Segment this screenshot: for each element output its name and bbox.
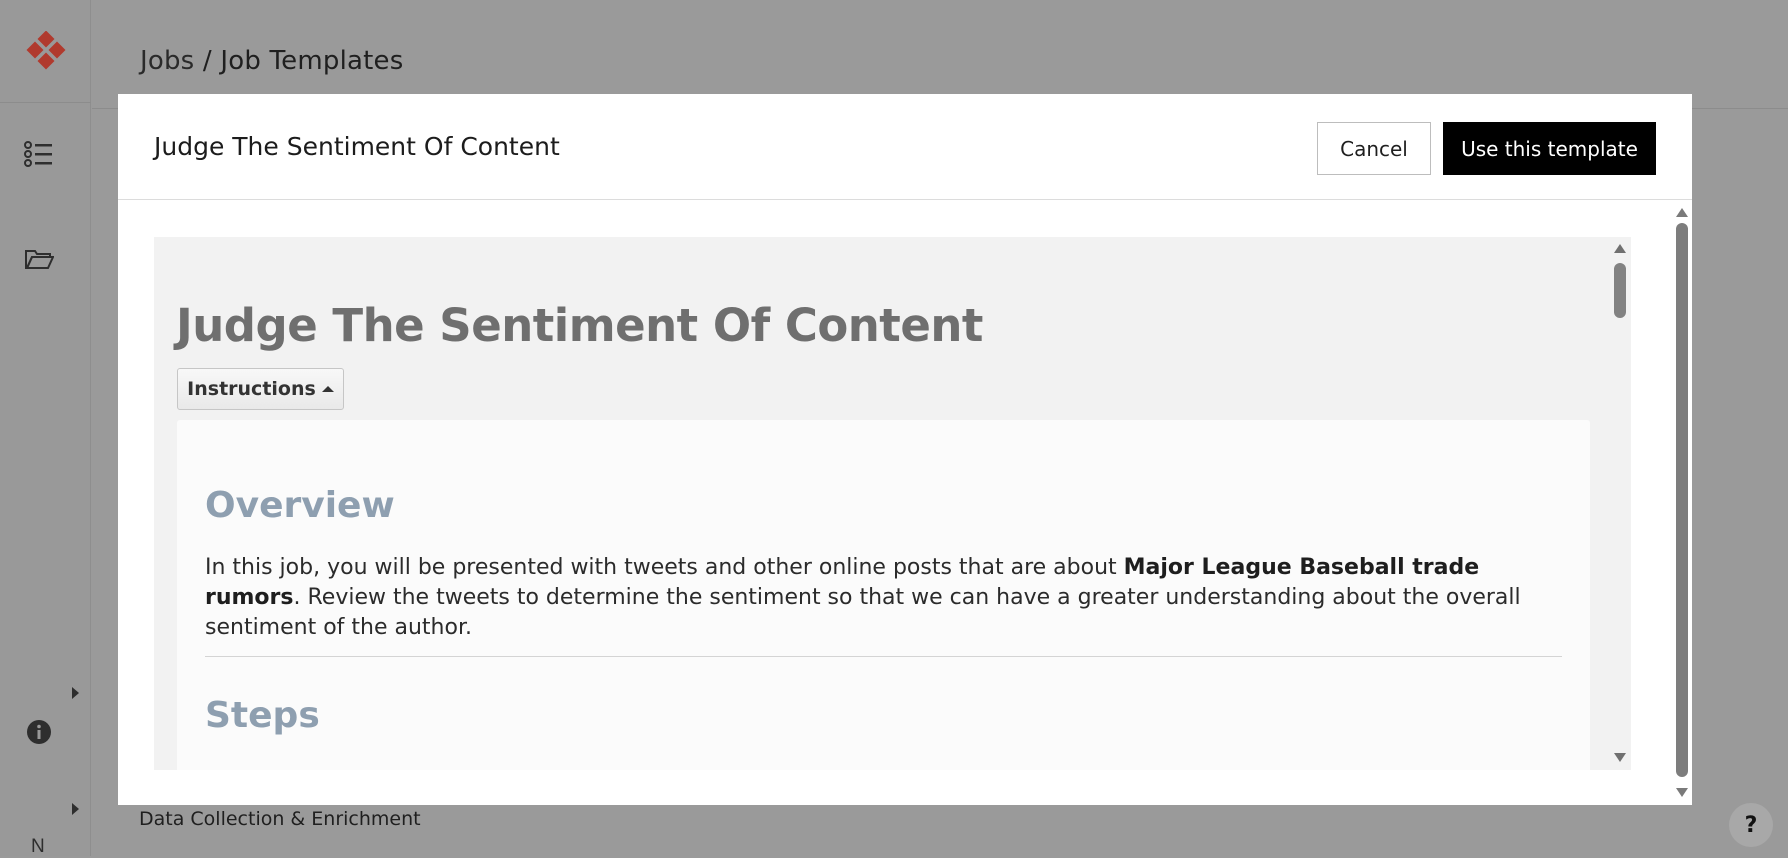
info-icon[interactable] bbox=[24, 717, 54, 747]
category-label: Data Collection & Enrichment bbox=[139, 808, 421, 830]
preview-content: Judge The Sentiment Of Content Instructi… bbox=[154, 237, 1610, 770]
sidebar: N bbox=[0, 0, 91, 856]
help-icon: ? bbox=[1745, 813, 1758, 838]
overview-text-end: . Review the tweets to determine the sen… bbox=[205, 585, 1521, 640]
template-preview-frame[interactable]: Judge The Sentiment Of Content Instructi… bbox=[154, 237, 1631, 770]
template-modal: Judge The Sentiment Of Content Cancel Us… bbox=[118, 94, 1692, 805]
caret-right-icon[interactable] bbox=[72, 687, 79, 699]
preview-title: Judge The Sentiment Of Content bbox=[176, 299, 983, 352]
steps-heading: Steps bbox=[205, 695, 320, 736]
scroll-up-arrow-icon[interactable] bbox=[1614, 244, 1626, 253]
instructions-panel: Overview In this job, you will be presen… bbox=[177, 420, 1590, 770]
help-button[interactable]: ? bbox=[1729, 803, 1773, 847]
cancel-button[interactable]: Cancel bbox=[1317, 122, 1431, 175]
scroll-down-arrow-icon[interactable] bbox=[1676, 788, 1688, 797]
scrollbar-thumb[interactable] bbox=[1676, 223, 1688, 777]
modal-title: Judge The Sentiment Of Content bbox=[154, 132, 560, 161]
caret-right-icon[interactable] bbox=[72, 803, 79, 815]
preview-scrollbar[interactable] bbox=[1610, 237, 1631, 770]
section-divider bbox=[205, 656, 1562, 657]
overview-heading: Overview bbox=[205, 485, 395, 526]
modal-scrollbar[interactable] bbox=[1671, 200, 1692, 805]
caret-up-icon bbox=[322, 386, 334, 392]
top-bar: Jobs / Job Templates bbox=[92, 0, 1788, 109]
instructions-label: Instructions bbox=[187, 378, 316, 400]
use-template-button[interactable]: Use this template bbox=[1443, 122, 1656, 175]
scroll-down-arrow-icon[interactable] bbox=[1614, 753, 1626, 762]
breadcrumb: Jobs / Job Templates bbox=[140, 46, 403, 76]
instructions-toggle-button[interactable]: Instructions bbox=[177, 368, 344, 410]
list-icon[interactable] bbox=[24, 139, 54, 169]
overview-text-start: In this job, you will be presented with … bbox=[205, 555, 1124, 580]
breadcrumb-current: Job Templates bbox=[220, 46, 403, 76]
logo-icon bbox=[26, 31, 66, 71]
overview-paragraph: In this job, you will be presented with … bbox=[205, 553, 1575, 643]
scrollbar-thumb[interactable] bbox=[1614, 263, 1626, 318]
scroll-up-arrow-icon[interactable] bbox=[1676, 208, 1688, 217]
modal-header: Judge The Sentiment Of Content Cancel Us… bbox=[118, 94, 1692, 200]
breadcrumb-jobs[interactable]: Jobs bbox=[140, 46, 194, 76]
logo[interactable] bbox=[0, 0, 91, 103]
breadcrumb-separator: / bbox=[203, 46, 212, 76]
folder-icon[interactable] bbox=[24, 244, 54, 274]
user-initial[interactable]: N bbox=[31, 836, 45, 858]
